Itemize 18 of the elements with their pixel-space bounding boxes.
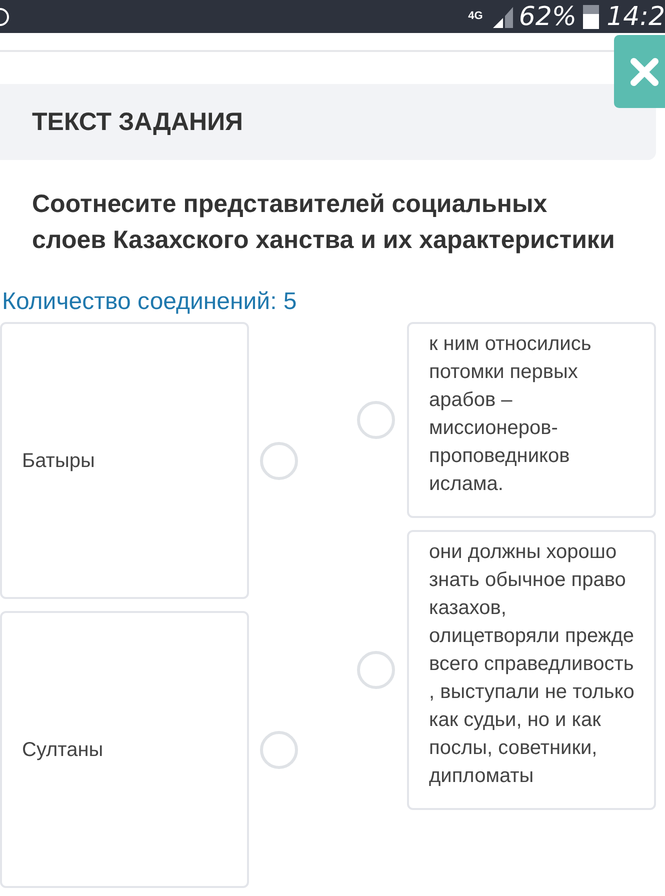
clock-time: 14:2 xyxy=(606,2,665,32)
task-header-title: ТЕКСТ ЗАДАНИЯ xyxy=(32,108,244,136)
connections-count: Количество соединений: 5 xyxy=(2,288,298,316)
connection-point[interactable] xyxy=(260,442,298,480)
connection-point[interactable] xyxy=(357,651,395,689)
answer-card[interactable]: Султаны xyxy=(0,611,249,888)
close-button[interactable] xyxy=(614,35,665,108)
answer-card[interactable]: Батыры xyxy=(0,322,249,599)
answer-card[interactable]: они должны хорошо знать обычное право казахов, олицетворяли прежде всего справедливость , выступали не только как судьи, но и как послы, советники, дипломаты xyxy=(407,530,656,810)
battery-percent: 62% xyxy=(518,2,577,32)
connection-point[interactable] xyxy=(260,730,298,768)
battery-icon xyxy=(582,4,599,28)
connection-point[interactable] xyxy=(357,401,395,439)
answer-card[interactable]: к ним относились потомки первых арабов – миссионеров-проповедников ислама. xyxy=(407,322,656,518)
network-type: 4G xyxy=(468,11,483,22)
signal-icon xyxy=(490,6,515,28)
question-text: Соотнесите представителей социальных слоев Казахского ханства и их характеристики xyxy=(32,189,616,256)
close-icon xyxy=(630,56,659,86)
